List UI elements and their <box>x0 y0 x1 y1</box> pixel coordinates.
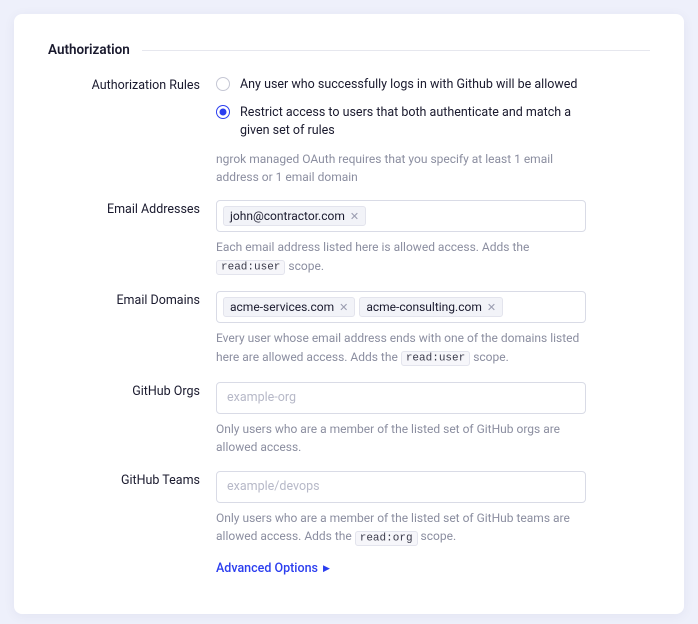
section-title: Authorization <box>48 42 130 58</box>
row-github-teams: GitHub Teams example/devops Only users w… <box>48 471 650 548</box>
domain-tag: acme-consulting.com ✕ <box>359 297 503 317</box>
close-icon[interactable]: ✕ <box>487 302 496 313</box>
scope-code: read:user <box>401 351 470 366</box>
label-github-teams: GitHub Teams <box>48 471 216 548</box>
close-icon[interactable]: ✕ <box>339 302 348 313</box>
row-email-addresses: Email Addresses john@contractor.com ✕ Ea… <box>48 200 650 277</box>
email-addresses-input[interactable]: john@contractor.com ✕ <box>216 200 586 232</box>
divider <box>142 50 650 51</box>
tag-text: john@contractor.com <box>230 209 345 223</box>
radio-allow-all[interactable]: Any user who successfully logs in with G… <box>216 76 586 94</box>
email-domains-help: Every user whose email address ends with… <box>216 329 586 368</box>
tag-text: acme-services.com <box>230 300 334 314</box>
radio-restrict[interactable]: Restrict access to users that both authe… <box>216 104 586 140</box>
domain-tag: acme-services.com ✕ <box>223 297 355 317</box>
advanced-options-label: Advanced Options <box>216 561 318 576</box>
email-domains-input[interactable]: acme-services.com ✕ acme-consulting.com … <box>216 291 586 323</box>
row-email-domains: Email Domains acme-services.com ✕ acme-c… <box>48 291 650 368</box>
radio-allow-all-label: Any user who successfully logs in with G… <box>240 76 577 94</box>
section-header: Authorization <box>48 42 650 58</box>
label-email-addresses: Email Addresses <box>48 200 216 277</box>
label-email-domains: Email Domains <box>48 291 216 368</box>
authorization-card: Authorization Authorization Rules Any us… <box>14 14 684 614</box>
scope-code: read:org <box>355 531 418 546</box>
github-teams-input[interactable]: example/devops <box>216 471 586 503</box>
label-github-orgs: GitHub Orgs <box>48 382 216 457</box>
radio-icon <box>216 105 230 119</box>
row-github-orgs: GitHub Orgs example-org Only users who a… <box>48 382 650 457</box>
tag-text: acme-consulting.com <box>366 300 482 314</box>
placeholder-text: example/devops <box>223 479 320 494</box>
advanced-options-toggle[interactable]: Advanced Options ▶ <box>216 561 330 576</box>
close-icon[interactable]: ✕ <box>350 211 359 222</box>
github-orgs-input[interactable]: example-org <box>216 382 586 414</box>
row-advanced: Advanced Options ▶ <box>48 561 650 576</box>
chevron-right-icon: ▶ <box>323 564 330 574</box>
placeholder-text: example-org <box>223 390 296 405</box>
radio-restrict-label: Restrict access to users that both authe… <box>240 104 586 140</box>
scope-code: read:user <box>216 260 285 275</box>
auth-rules-note: ngrok managed OAuth requires that you sp… <box>216 150 586 186</box>
email-tag: john@contractor.com ✕ <box>223 206 366 226</box>
email-addresses-help: Each email address listed here is allowe… <box>216 238 586 277</box>
row-auth-rules: Authorization Rules Any user who success… <box>48 76 650 186</box>
github-teams-help: Only users who are a member of the liste… <box>216 509 586 548</box>
radio-icon <box>216 77 230 91</box>
label-auth-rules: Authorization Rules <box>48 76 216 186</box>
github-orgs-help: Only users who are a member of the liste… <box>216 420 586 457</box>
